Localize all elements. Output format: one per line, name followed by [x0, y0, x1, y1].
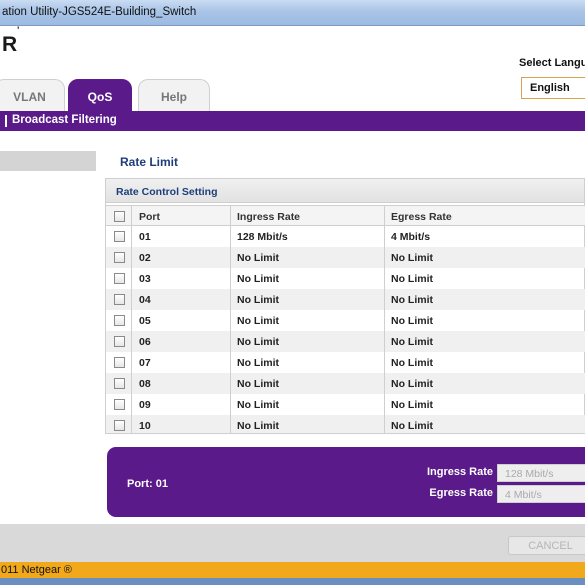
ingress-cell: No Limit: [237, 357, 279, 369]
tab-help[interactable]: Help: [138, 79, 210, 111]
ingress-cell: No Limit: [237, 315, 279, 327]
table-header: Port Ingress Rate Egress Rate: [106, 205, 585, 226]
nav-separator: [5, 115, 7, 127]
panel-header: Rate Control Setting: [106, 179, 584, 203]
ingress-cell: 128 Mbit/s: [237, 231, 288, 243]
column-header-egress: Egress Rate: [391, 211, 452, 223]
port-cell: 08: [139, 378, 151, 390]
row-checkbox[interactable]: [114, 357, 125, 368]
rate-table: Port Ingress Rate Egress Rate 01 128 Mbi…: [106, 205, 585, 433]
row-checkbox[interactable]: [114, 231, 125, 242]
page-title: Rate Limit: [120, 155, 179, 169]
tab-vlan[interactable]: VLAN: [0, 79, 65, 111]
column-header-ingress: Ingress Rate: [237, 211, 301, 223]
table-row[interactable]: 04 No Limit No Limit: [106, 289, 585, 310]
egress-rate-field[interactable]: 4 Mbit/s: [497, 485, 585, 503]
port-cell: 07: [139, 357, 151, 369]
port-cell: 10: [139, 420, 151, 432]
ingress-cell: No Limit: [237, 378, 279, 390]
egress-cell: 4 Mbit/s: [391, 231, 431, 243]
footer-bar: 011 Netgear ®: [0, 562, 585, 578]
sidebar: [0, 131, 101, 524]
column-divider: [131, 205, 132, 433]
tab-qos[interactable]: QoS: [68, 79, 132, 111]
port-detail-panel: Port: 01 Ingress Rate 128 Mbit/s Egress …: [107, 447, 585, 517]
row-checkbox[interactable]: [114, 315, 125, 326]
row-checkbox[interactable]: [114, 420, 125, 431]
table-row[interactable]: 10 No Limit No Limit: [106, 415, 585, 433]
ingress-cell: No Limit: [237, 336, 279, 348]
egress-cell: No Limit: [391, 420, 433, 432]
row-checkbox[interactable]: [114, 294, 125, 305]
language-select[interactable]: English: [521, 77, 585, 99]
table-row[interactable]: 06 No Limit No Limit: [106, 331, 585, 352]
egress-cell: No Limit: [391, 357, 433, 369]
panel-title: Rate Control Setting: [116, 186, 218, 198]
row-checkbox[interactable]: [114, 336, 125, 347]
port-cell: 04: [139, 294, 151, 306]
select-all-checkbox[interactable]: [114, 211, 125, 222]
egress-cell: No Limit: [391, 378, 433, 390]
sidebar-header: [0, 151, 96, 171]
table-row[interactable]: 01 128 Mbit/s 4 Mbit/s: [106, 226, 585, 247]
window-title: ation Utility-JGS524E-Building_Switch: [2, 6, 197, 18]
row-checkbox[interactable]: [114, 273, 125, 284]
column-divider: [384, 205, 385, 433]
copyright-text: 011 Netgear ®: [1, 564, 72, 576]
port-cell: 01: [139, 231, 151, 243]
port-cell: 02: [139, 252, 151, 264]
window-titlebar: ation Utility-JGS524E-Building_Switch: [0, 0, 585, 26]
table-row[interactable]: 08 No Limit No Limit: [106, 373, 585, 394]
egress-cell: No Limit: [391, 336, 433, 348]
column-divider: [230, 205, 231, 433]
ingress-rate-field[interactable]: 128 Mbit/s: [497, 464, 585, 482]
ingress-cell: No Limit: [237, 420, 279, 432]
port-cell: 06: [139, 336, 151, 348]
ingress-rate-label: Ingress Rate: [426, 466, 493, 478]
netgear-logo: R': [2, 25, 20, 56]
ingress-cell: No Limit: [237, 252, 279, 264]
detail-port-label: Port: 01: [127, 478, 168, 490]
sub-navigation-bar: Broadcast Filtering: [0, 111, 585, 131]
port-cell: 05: [139, 315, 151, 327]
column-header-port: Port: [139, 211, 160, 223]
table-row[interactable]: 07 No Limit No Limit: [106, 352, 585, 373]
ingress-cell: No Limit: [237, 399, 279, 411]
row-checkbox[interactable]: [114, 252, 125, 263]
egress-rate-label: Egress Rate: [429, 487, 493, 499]
egress-cell: No Limit: [391, 399, 433, 411]
taskbar-strip: [0, 578, 585, 585]
table-row[interactable]: 03 No Limit No Limit: [106, 268, 585, 289]
row-checkbox[interactable]: [114, 378, 125, 389]
table-row[interactable]: 05 No Limit No Limit: [106, 310, 585, 331]
ingress-cell: No Limit: [237, 273, 279, 285]
cancel-button[interactable]: CANCEL: [508, 536, 585, 555]
egress-cell: No Limit: [391, 252, 433, 264]
egress-cell: No Limit: [391, 315, 433, 327]
nav-item-broadcast-filtering[interactable]: Broadcast Filtering: [12, 114, 117, 126]
ingress-cell: No Limit: [237, 294, 279, 306]
egress-cell: No Limit: [391, 273, 433, 285]
egress-cell: No Limit: [391, 294, 433, 306]
row-checkbox[interactable]: [114, 399, 125, 410]
port-cell: 03: [139, 273, 151, 285]
language-label: Select Langua: [519, 57, 585, 69]
table-row[interactable]: 09 No Limit No Limit: [106, 394, 585, 415]
table-row[interactable]: 02 No Limit No Limit: [106, 247, 585, 268]
port-cell: 09: [139, 399, 151, 411]
